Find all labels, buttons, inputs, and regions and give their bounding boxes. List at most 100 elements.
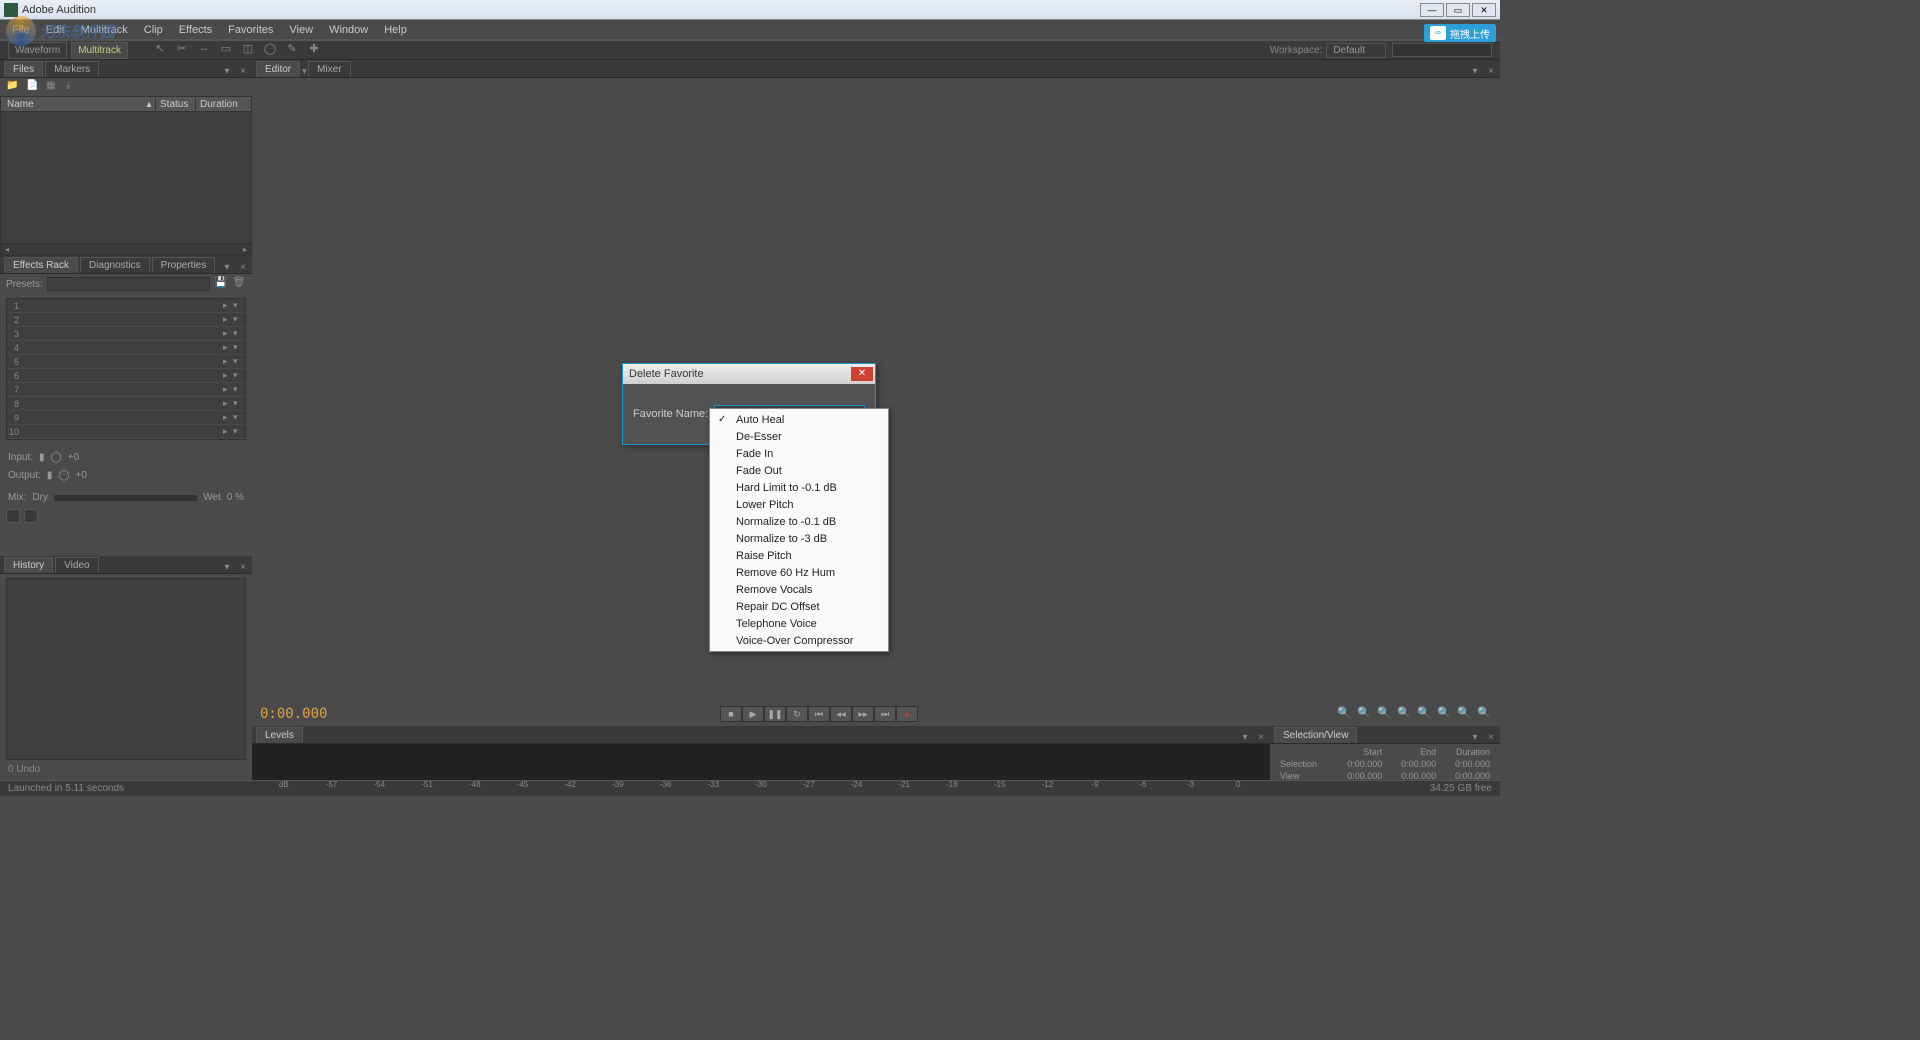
view-start[interactable]: 0:00.000 (1332, 770, 1386, 782)
scroll-left-icon[interactable]: ◂ (1, 245, 13, 255)
input-value[interactable]: +0 (68, 452, 79, 463)
panel-menu-icon[interactable]: ▾ (1468, 732, 1482, 743)
menu-clip[interactable]: Clip (136, 22, 171, 38)
tab-properties[interactable]: Properties (152, 257, 216, 273)
tab-selection-view[interactable]: Selection/View (1274, 727, 1357, 743)
dropdown-item[interactable]: Fade Out (710, 462, 888, 479)
insert-icon[interactable]: ⤓ (66, 80, 80, 94)
sel-dur[interactable]: 0:00.000 (1440, 758, 1494, 770)
tab-mixer[interactable]: Mixer (308, 61, 350, 77)
panel-close-icon[interactable]: × (1484, 732, 1498, 743)
output-knob[interactable]: ◯ (58, 470, 69, 481)
tab-files[interactable]: Files (4, 61, 43, 77)
menu-file[interactable]: File (4, 22, 38, 38)
tab-levels[interactable]: Levels (256, 727, 303, 743)
marquee-tool-icon[interactable]: ◫ (240, 42, 256, 58)
loop-button[interactable]: ↻ (786, 706, 808, 722)
fx-slot[interactable]: 5▸▾ (7, 355, 245, 369)
files-list[interactable] (0, 112, 252, 244)
presets-dropdown[interactable] (47, 277, 210, 291)
tab-diagnostics[interactable]: Diagnostics (80, 257, 150, 273)
skip-fwd-button[interactable]: ⏭ (874, 706, 896, 722)
fx-slot[interactable]: 8▸▾ (7, 397, 245, 411)
output-value[interactable]: +0 (76, 470, 87, 481)
move-tool-icon[interactable]: ↖ (152, 42, 168, 58)
dropdown-item[interactable]: Fade In (710, 445, 888, 462)
col-name[interactable]: Name (1, 99, 143, 110)
fx-apply-button[interactable] (24, 509, 38, 523)
panel-menu-icon[interactable]: ▾ (220, 262, 234, 273)
timecode-display[interactable]: 0:00.000 (260, 706, 327, 722)
search-input[interactable] (1392, 43, 1492, 57)
dropdown-item[interactable]: Hard Limit to -0.1 dB (710, 479, 888, 496)
zoom-sel-icon[interactable]: 🔍 (1436, 706, 1452, 722)
scroll-right-icon[interactable]: ▸ (239, 245, 251, 255)
panel-close-icon[interactable]: × (236, 562, 250, 573)
pause-button[interactable]: ❚❚ (764, 706, 786, 722)
save-preset-icon[interactable]: 💾 (214, 277, 228, 291)
rewind-button[interactable]: ◂◂ (830, 706, 852, 722)
zoom-in-amp-icon[interactable]: 🔍 (1376, 706, 1392, 722)
menu-window[interactable]: Window (321, 22, 376, 38)
panel-menu-icon[interactable]: ▾ (1468, 66, 1482, 77)
fx-power-button[interactable] (6, 509, 20, 523)
dropdown-item[interactable]: Raise Pitch (710, 547, 888, 564)
play-button[interactable]: ▶ (742, 706, 764, 722)
sel-start[interactable]: 0:00.000 (1332, 758, 1386, 770)
tab-history[interactable]: History (4, 557, 53, 573)
import-icon[interactable]: 📄 (26, 80, 40, 94)
panel-close-icon[interactable]: × (236, 66, 250, 77)
zoom-out-time-icon[interactable]: 🔍 (1356, 706, 1372, 722)
zoom-in-pt-icon[interactable]: 🔍 (1456, 706, 1472, 722)
fx-slot[interactable]: 1▸▾ (7, 299, 245, 313)
tab-effects-rack[interactable]: Effects Rack (4, 257, 78, 273)
zoom-in-time-icon[interactable]: 🔍 (1336, 706, 1352, 722)
history-list[interactable] (6, 578, 246, 760)
zoom-out-amp-icon[interactable]: 🔍 (1396, 706, 1412, 722)
menu-view[interactable]: View (281, 22, 321, 38)
tab-markers[interactable]: Markers (45, 61, 99, 77)
dropdown-item[interactable]: Voice-Over Compressor (710, 632, 888, 649)
heal-tool-icon[interactable]: ✚ (306, 42, 322, 58)
menu-help[interactable]: Help (376, 22, 415, 38)
panel-close-icon[interactable]: × (1254, 732, 1268, 743)
fx-slot[interactable]: 4▸▾ (7, 341, 245, 355)
menu-favorites[interactable]: Favorites (220, 22, 281, 38)
new-multitrack-icon[interactable]: ▦ (46, 80, 60, 94)
files-scrollbar[interactable]: ◂ ▸ (0, 244, 252, 256)
view-end[interactable]: 0:00.000 (1386, 770, 1440, 782)
time-select-tool-icon[interactable]: ▭ (218, 42, 234, 58)
col-status[interactable]: Status (155, 99, 195, 110)
zoom-out-pt-icon[interactable]: 🔍 (1476, 706, 1492, 722)
open-file-icon[interactable]: 📁 (6, 80, 20, 94)
menu-effects[interactable]: Effects (171, 22, 220, 38)
tab-video[interactable]: Video (55, 557, 98, 573)
dropdown-item[interactable]: De-Esser (710, 428, 888, 445)
slip-tool-icon[interactable]: ↔ (196, 42, 212, 58)
brush-tool-icon[interactable]: ✎ (284, 42, 300, 58)
dropdown-item[interactable]: ✓Auto Heal (710, 411, 888, 428)
input-knob[interactable]: ◯ (51, 452, 62, 463)
dropdown-item[interactable]: Remove 60 Hz Hum (710, 564, 888, 581)
zoom-full-icon[interactable]: 🔍 (1416, 706, 1432, 722)
skip-back-button[interactable]: ⏮ (808, 706, 830, 722)
menu-edit[interactable]: Edit (38, 22, 73, 38)
view-dur[interactable]: 0:00.000 (1440, 770, 1494, 782)
razor-tool-icon[interactable]: ✂ (174, 42, 190, 58)
multitrack-mode-button[interactable]: Multitrack (71, 42, 128, 59)
restore-button[interactable]: ▭ (1446, 3, 1470, 17)
tab-editor[interactable]: Editor (256, 61, 300, 77)
col-duration[interactable]: Duration (195, 99, 251, 110)
close-button[interactable]: ✕ (1472, 3, 1496, 17)
panel-menu-icon[interactable]: ▾ (220, 66, 234, 77)
workspace-dropdown[interactable]: Default (1326, 43, 1386, 58)
forward-button[interactable]: ▸▸ (852, 706, 874, 722)
wet-value[interactable]: 0 % (227, 492, 244, 503)
sel-end[interactable]: 0:00.000 (1386, 758, 1440, 770)
fx-slot[interactable]: 6▸▾ (7, 369, 245, 383)
panel-menu-icon[interactable]: ▾ (1238, 732, 1252, 743)
dropdown-item[interactable]: Remove Vocals (710, 581, 888, 598)
cc-upload-button[interactable]: ∞ 拖拽上传 (1424, 24, 1496, 42)
panel-close-icon[interactable]: × (1484, 66, 1498, 77)
fx-slot[interactable]: 7▸▾ (7, 383, 245, 397)
